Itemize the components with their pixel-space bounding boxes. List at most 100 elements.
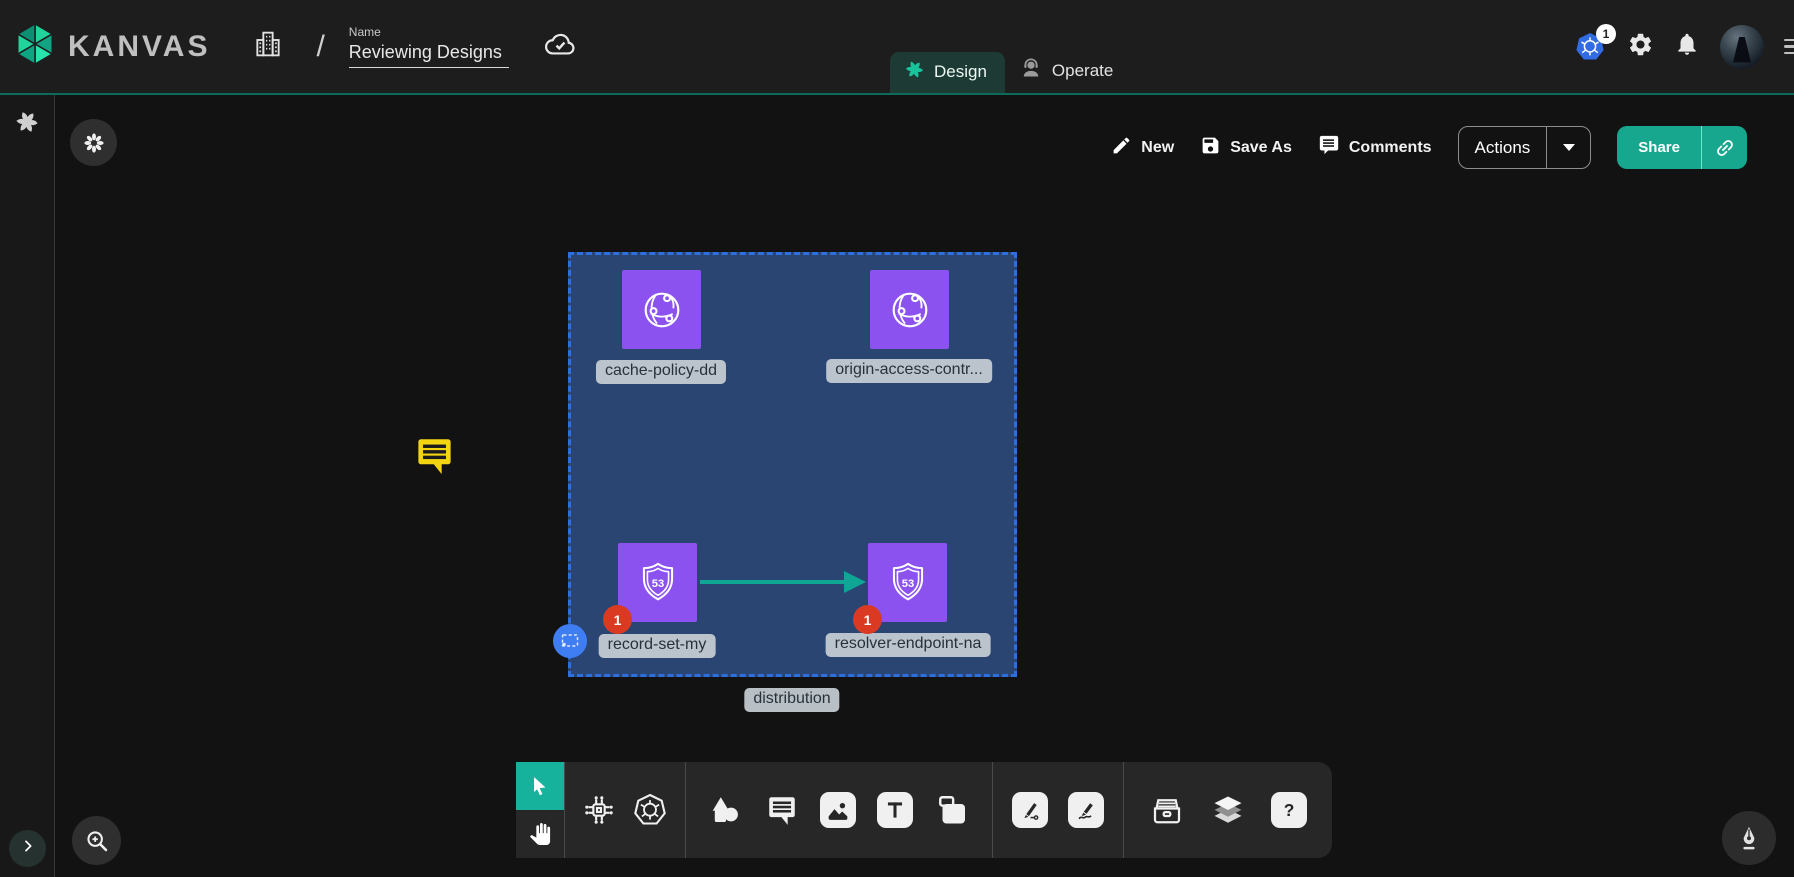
chevron-right-icon — [20, 838, 36, 859]
new-button-label: New — [1141, 139, 1174, 157]
pointer-tools-column — [516, 762, 564, 858]
comments-button[interactable]: Comments — [1318, 134, 1432, 161]
edge-arrowhead — [844, 571, 866, 593]
design-name-field: Name — [349, 25, 509, 68]
share-split-button[interactable]: Share — [1617, 126, 1747, 169]
node-label-cache-policy[interactable]: cache-policy-dd — [596, 360, 726, 384]
layers-icon — [1210, 792, 1246, 828]
comments-button-label: Comments — [1349, 139, 1432, 157]
user-avatar[interactable] — [1720, 25, 1764, 69]
tool-pencil-draw[interactable] — [1068, 792, 1104, 828]
tab-design[interactable]: Design — [890, 52, 1005, 93]
overflow-menu-icon[interactable] — [1784, 39, 1794, 55]
svg-text:53: 53 — [901, 577, 914, 589]
actions-button-label[interactable]: Actions — [1459, 138, 1547, 158]
tool-sticky-note[interactable] — [935, 792, 971, 828]
tool-image[interactable] — [820, 792, 856, 828]
tool-text[interactable] — [877, 792, 913, 828]
route53-shield-icon: 53 — [881, 556, 935, 610]
design-swirl-icon — [904, 59, 925, 85]
tool-pan[interactable] — [516, 810, 564, 858]
route53-shield-icon: 53 — [631, 556, 685, 610]
design-name-input[interactable] — [349, 41, 509, 68]
sticky-note-icon — [935, 792, 971, 828]
tool-layers[interactable] — [1210, 792, 1246, 828]
comment-marker[interactable] — [413, 433, 456, 488]
image-icon — [824, 796, 852, 824]
tool-archive[interactable] — [1149, 792, 1185, 828]
tool-kubernetes[interactable] — [632, 792, 668, 828]
node-cache-policy[interactable] — [622, 270, 701, 349]
save-as-button[interactable]: Save As — [1200, 135, 1292, 161]
text-t-icon — [882, 797, 908, 823]
tab-operate[interactable]: Operate — [1005, 49, 1131, 93]
share-button-label[interactable]: Share — [1617, 139, 1701, 156]
group-selection-handle[interactable] — [553, 624, 587, 658]
tool-comment[interactable] — [765, 793, 799, 827]
bottom-tool-palette: ? — [516, 762, 1332, 858]
toolbar-section-draw — [992, 762, 1123, 858]
operate-person-headset-icon — [1019, 56, 1043, 85]
edge-record-set-to-resolver[interactable] — [700, 580, 846, 584]
canvas-menu-button[interactable] — [70, 119, 117, 166]
sidebar-swirl-icon[interactable] — [14, 109, 40, 140]
name-field-label: Name — [349, 25, 509, 39]
toolbar-section-infra — [564, 762, 685, 858]
tool-select[interactable] — [516, 762, 564, 810]
cloud-saved-icon — [543, 28, 576, 66]
kubernetes-status-button[interactable]: 1 — [1573, 31, 1607, 63]
pencil-icon — [1111, 135, 1132, 161]
comment-bubble-icon — [413, 433, 456, 483]
group-label-distribution[interactable]: distribution — [744, 688, 839, 712]
node-label-record-set[interactable]: record-set-my — [599, 634, 716, 658]
archive-drawer-icon — [1149, 792, 1185, 828]
link-icon — [1709, 132, 1740, 163]
shapes-icon — [707, 792, 743, 828]
svg-text:53: 53 — [651, 577, 664, 589]
organization-icon[interactable] — [252, 28, 284, 65]
zoom-in-button[interactable] — [72, 816, 121, 865]
breadcrumb-separator: / — [316, 30, 324, 64]
node-label-resolver-endpoint[interactable]: resolver-endpoint-na — [826, 633, 991, 657]
sidebar-expand-button[interactable] — [9, 830, 46, 867]
toolbar-section-annotate — [685, 762, 992, 858]
mode-tabs: Design Operate — [890, 49, 1131, 93]
node-resolver-endpoint[interactable]: 53 — [868, 543, 947, 622]
app-window: KANVAS / Name — [0, 0, 1794, 877]
comments-bubble-icon — [1318, 134, 1340, 161]
question-mark-icon: ? — [1276, 797, 1302, 823]
save-floppy-icon — [1200, 135, 1221, 161]
pen-tool-button[interactable] — [1722, 811, 1776, 865]
pen-path-icon — [1017, 797, 1043, 823]
pen-nib-icon — [1735, 824, 1763, 852]
cloudfront-globe-icon — [635, 283, 689, 337]
kubernetes-wheel-icon — [632, 792, 668, 828]
hand-icon — [529, 823, 551, 845]
brand[interactable]: KANVAS — [12, 21, 210, 72]
magnifier-plus-icon — [84, 828, 110, 854]
circuit-chip-icon — [582, 793, 616, 827]
actions-dropdown-toggle[interactable] — [1546, 127, 1590, 168]
node-record-set[interactable]: 53 — [618, 543, 697, 622]
settings-gear-icon[interactable] — [1627, 31, 1654, 63]
tool-infrastructure[interactable] — [582, 793, 616, 827]
canvas-toolbar: New Save As Comments Actions — [1111, 126, 1747, 169]
kanvas-logo-icon — [12, 21, 58, 72]
new-button[interactable]: New — [1111, 135, 1174, 161]
brand-name: KANVAS — [68, 30, 210, 64]
node-record-set-badge: 1 — [603, 605, 632, 634]
cloudfront-globe-icon — [883, 283, 937, 337]
actions-split-button[interactable]: Actions — [1458, 126, 1592, 169]
node-resolver-endpoint-badge: 1 — [853, 605, 882, 634]
node-label-origin-access-control[interactable]: origin-access-contr... — [826, 359, 992, 383]
toolbar-section-manage: ? — [1123, 762, 1332, 858]
caret-down-icon — [1563, 144, 1575, 151]
tool-pen-path[interactable] — [1012, 792, 1048, 828]
tool-help[interactable]: ? — [1271, 792, 1307, 828]
tool-shapes[interactable] — [707, 792, 743, 828]
svg-text:?: ? — [1284, 800, 1295, 820]
cursor-arrow-icon — [529, 775, 551, 797]
node-origin-access-control[interactable] — [870, 270, 949, 349]
notifications-bell-icon[interactable] — [1674, 31, 1700, 62]
copy-link-button[interactable] — [1701, 126, 1747, 169]
